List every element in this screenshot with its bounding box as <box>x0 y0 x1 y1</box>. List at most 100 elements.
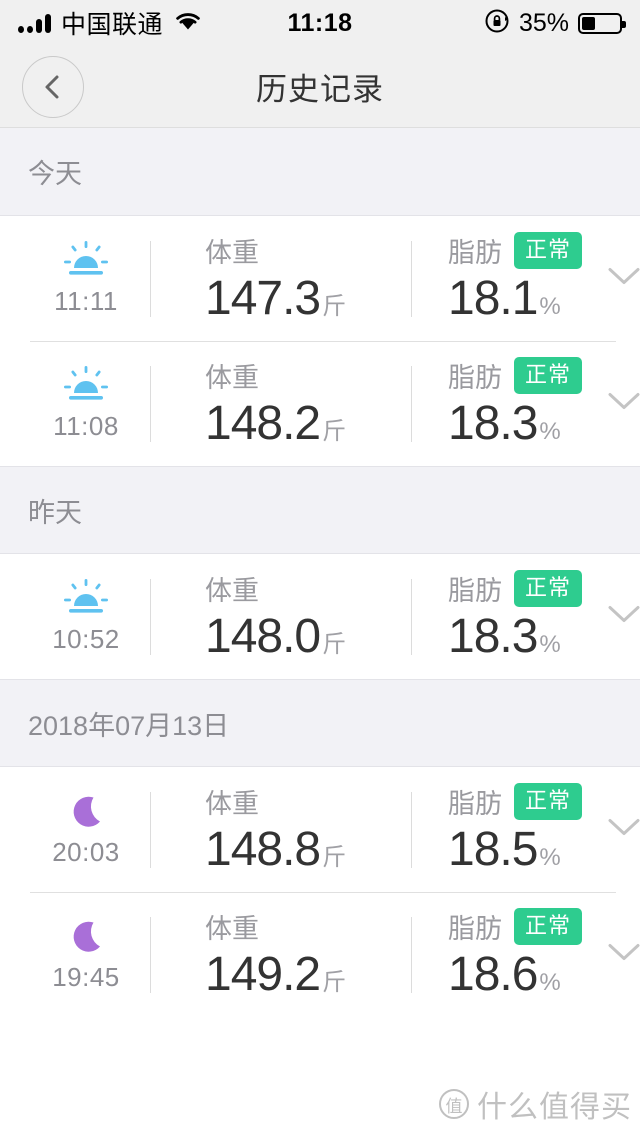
fat-metric-head: 脂肪 正常 <box>448 907 622 945</box>
weight-unit: 斤 <box>322 418 347 445</box>
moon-icon <box>73 796 100 827</box>
moon-icon <box>65 916 107 958</box>
wifi-icon <box>173 10 203 37</box>
fat-metric: 脂肪 正常 18.5% <box>412 767 622 892</box>
fat-metric: 脂肪 正常 18.1% <box>412 216 622 341</box>
record-time-cell: 11:11 <box>22 240 150 317</box>
signal-bars-icon <box>18 13 51 33</box>
fat-metric-head: 脂肪 正常 <box>448 569 622 607</box>
section-header: 2018年07月13日 <box>0 679 640 767</box>
status-badge: 正常 <box>514 356 583 394</box>
fat-value-group: 18.6% <box>448 947 622 1002</box>
fat-unit: % <box>539 418 561 445</box>
section-header: 今天 <box>0 128 640 216</box>
sunrise-icon <box>64 579 108 613</box>
fat-label: 脂肪 <box>448 362 502 393</box>
weight-label: 体重 <box>205 788 259 819</box>
fat-unit: % <box>539 969 561 996</box>
weight-value-group: 148.8 斤 <box>205 822 411 877</box>
battery-percent-label: 35% <box>518 8 569 37</box>
app-screen: 中国联通 11:18 35% 历史记录 今天 11:11 体重 147.3 斤 … <box>0 0 640 1136</box>
fat-value: 18.6 <box>448 948 538 1001</box>
watermark-text: 什么值得买 <box>477 1091 632 1124</box>
record-row[interactable]: 20:03 体重 148.8 斤脂肪 正常 18.5% <box>0 767 640 892</box>
status-bar-left: 中国联通 <box>18 5 203 41</box>
weight-label: 体重 <box>205 913 259 944</box>
section-header: 昨天 <box>0 466 640 554</box>
fat-label: 脂肪 <box>448 788 502 819</box>
record-time-cell: 11:08 <box>22 365 150 442</box>
weight-value-group: 148.0 斤 <box>205 609 411 664</box>
carrier-label: 中国联通 <box>61 11 164 39</box>
history-list: 今天 11:11 体重 147.3 斤脂肪 正常 18.1% 11:08 体重 148.2 斤脂肪正… <box>0 128 640 1017</box>
sunrise-icon <box>63 365 109 407</box>
moon-icon <box>65 791 107 833</box>
fat-value: 18.1 <box>448 272 538 325</box>
fat-label: 脂肪 <box>448 913 502 944</box>
weight-metric: 体重 148.8 斤 <box>151 767 411 892</box>
fat-value-group: 18.3% <box>448 396 622 451</box>
weight-value: 148.8 <box>205 823 321 876</box>
sunrise-icon <box>63 578 109 620</box>
fat-metric: 脂肪 正常 18.3% <box>412 341 622 466</box>
record-time-cell: 19:45 <box>22 916 150 993</box>
record-time: 19:45 <box>52 962 120 992</box>
expand-row-button[interactable] <box>604 599 640 634</box>
weight-metric: 体重 147.3 斤 <box>151 216 411 341</box>
record-time-cell: 20:03 <box>22 791 150 868</box>
battery-icon <box>578 12 626 34</box>
fat-metric-head: 脂肪 正常 <box>448 782 622 820</box>
status-badge: 正常 <box>514 569 583 607</box>
chevron-down-icon <box>608 392 640 409</box>
fat-label: 脂肪 <box>448 575 502 606</box>
expand-row-button[interactable] <box>604 261 640 296</box>
record-time: 11:08 <box>53 411 119 441</box>
weight-metric-head: 体重 <box>205 356 411 394</box>
fat-label: 脂肪 <box>448 237 502 268</box>
weight-metric: 体重 148.2 斤 <box>151 341 411 466</box>
sunrise-icon <box>64 241 108 275</box>
back-button[interactable] <box>22 55 84 118</box>
status-badge: 正常 <box>514 782 583 820</box>
record-time: 10:52 <box>52 624 120 654</box>
weight-value-group: 149.2 斤 <box>205 947 411 1002</box>
weight-value: 149.2 <box>205 948 321 1001</box>
fat-unit: % <box>539 844 561 871</box>
expand-row-button[interactable] <box>604 812 640 847</box>
fat-metric: 脂肪 正常 18.3% <box>412 554 622 679</box>
chevron-down-icon <box>608 818 640 835</box>
fat-value: 18.3 <box>448 397 538 450</box>
weight-label: 体重 <box>205 575 259 606</box>
fat-metric-head: 脂肪 正常 <box>448 231 622 269</box>
expand-row-button[interactable] <box>604 937 640 972</box>
status-badge: 正常 <box>514 231 583 269</box>
record-row[interactable]: 11:08 体重 148.2 斤脂肪 正常 18.3% <box>0 341 640 466</box>
record-row[interactable]: 11:11 体重 147.3 斤脂肪 正常 18.1% <box>0 216 640 341</box>
expand-row-button[interactable] <box>604 386 640 421</box>
weight-metric-head: 体重 <box>205 907 411 945</box>
watermark-logo-icon: 值 <box>439 1089 469 1119</box>
fat-value-group: 18.5% <box>448 822 622 877</box>
status-bar: 中国联通 11:18 35% <box>0 0 640 46</box>
weight-label: 体重 <box>205 362 259 393</box>
fat-metric-head: 脂肪 正常 <box>448 356 622 394</box>
fat-unit: % <box>539 631 561 658</box>
weight-value-group: 148.2 斤 <box>205 396 411 451</box>
record-time-cell: 10:52 <box>22 578 150 655</box>
record-row[interactable]: 10:52 体重 148.0 斤脂肪 正常 18.3% <box>0 554 640 679</box>
record-time: 20:03 <box>52 837 120 867</box>
chevron-down-icon <box>608 605 640 622</box>
record-row[interactable]: 19:45 体重 149.2 斤脂肪 正常 18.6% <box>0 892 640 1017</box>
rotation-lock-icon <box>484 8 510 39</box>
weight-metric-head: 体重 <box>205 231 411 269</box>
sunrise-icon <box>64 366 108 400</box>
chevron-down-icon <box>608 943 640 960</box>
weight-value-group: 147.3 斤 <box>205 271 411 326</box>
page-title: 历史记录 <box>256 72 384 107</box>
fat-value: 18.5 <box>448 823 538 876</box>
chevron-left-icon <box>45 75 59 98</box>
nav-bar: 历史记录 <box>0 46 640 128</box>
fat-metric: 脂肪 正常 18.6% <box>412 892 622 1017</box>
weight-unit: 斤 <box>322 293 347 320</box>
status-badge: 正常 <box>514 907 583 945</box>
